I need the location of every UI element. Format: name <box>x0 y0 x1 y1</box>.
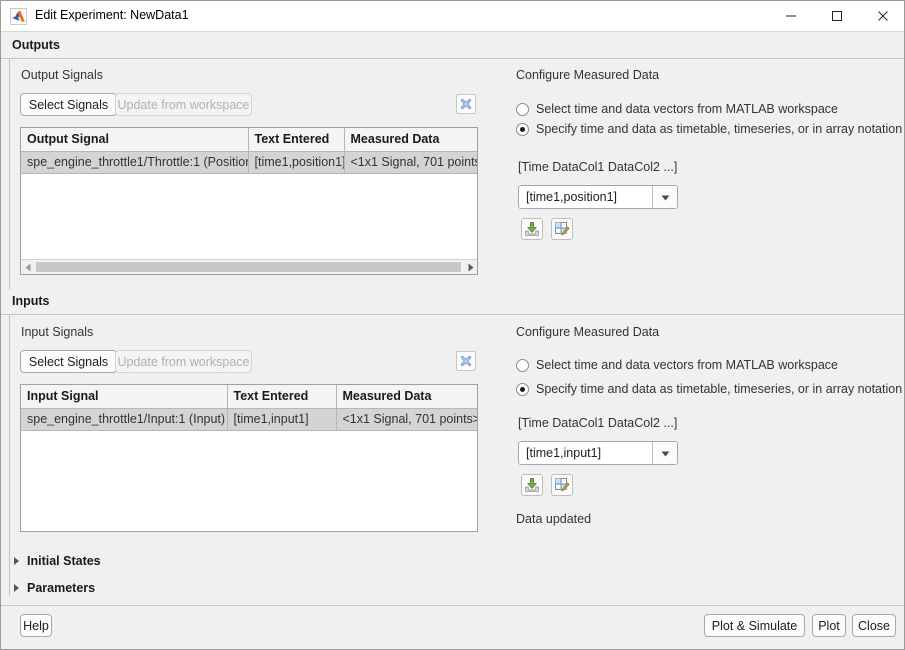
inputs-signals-table[interactable]: Input Signal Text Entered Measured Data … <box>20 384 478 532</box>
parameters-label: Parameters <box>27 581 96 595</box>
initial-states-label: Initial States <box>27 554 101 568</box>
outputs-signals-table[interactable]: Output Signal Text Entered Measured Data… <box>20 127 478 275</box>
inputs-select-signals-button[interactable]: Select Signals <box>20 350 117 373</box>
inputs-data-combo[interactable]: [time1,input1] <box>518 441 678 465</box>
outputs-radio-specify-label: Specify time and data as timetable, time… <box>536 122 903 136</box>
inputs-header-label: Inputs <box>12 294 50 308</box>
footer-divider <box>1 605 904 606</box>
scroll-left-arrow-icon[interactable] <box>21 260 35 274</box>
inputs-edit-plot-button[interactable] <box>551 474 573 496</box>
inputs-radio-specify-label: Specify time and data as timetable, time… <box>536 382 903 396</box>
output-signals-label: Output Signals <box>21 68 103 82</box>
table-row[interactable]: spe_engine_throttle1/Throttle:1 (Positio… <box>21 151 477 174</box>
outputs-import-data-button[interactable] <box>521 218 543 240</box>
collapsible-initial-states[interactable]: Initial States <box>12 553 101 569</box>
outputs-section-header: Outputs <box>1 34 904 59</box>
inputs-left-rule <box>9 315 10 596</box>
inputs-radio-workspace[interactable]: Select time and data vectors from MATLAB… <box>516 358 838 372</box>
outputs-table-horizontal-scrollbar[interactable] <box>21 259 477 274</box>
outputs-header-label: Outputs <box>12 38 60 52</box>
cell-output-signal[interactable]: spe_engine_throttle1/Throttle:1 (Positio… <box>21 151 249 174</box>
inputs-import-data-button[interactable] <box>521 474 543 496</box>
chevron-down-icon[interactable] <box>652 442 677 464</box>
inputs-section-header: Inputs <box>1 290 904 315</box>
minimize-button[interactable] <box>768 1 814 31</box>
edit-experiment-dialog: Edit Experiment: NewData1 Outputs Output… <box>0 0 905 650</box>
data-updated-status: Data updated <box>516 512 592 526</box>
matlab-logo-icon <box>10 8 27 25</box>
radio-circle-selected-icon <box>516 383 529 396</box>
title-bar: Edit Experiment: NewData1 <box>1 1 904 32</box>
inputs-update-from-workspace-button[interactable]: Update from workspace <box>115 350 252 373</box>
inputs-data-combo-value: [time1,input1] <box>526 446 602 460</box>
outputs-radio-workspace-label: Select time and data vectors from MATLAB… <box>536 102 838 116</box>
outputs-data-combo[interactable]: [time1,position1] <box>518 185 678 209</box>
outputs-select-signals-button[interactable]: Select Signals <box>20 93 117 116</box>
outputs-data-combo-value: [time1,position1] <box>526 190 618 204</box>
radio-circle-icon <box>516 103 529 116</box>
inputs-radio-specify[interactable]: Specify time and data as timetable, time… <box>516 382 902 396</box>
outputs-update-from-workspace-button[interactable]: Update from workspace <box>115 93 252 116</box>
close-button[interactable]: Close <box>852 614 896 637</box>
outputs-delete-signal-button[interactable] <box>456 94 476 114</box>
inputs-radio-workspace-label: Select time and data vectors from MATLAB… <box>536 358 838 372</box>
scrollbar-thumb[interactable] <box>36 262 461 272</box>
chevron-down-icon[interactable] <box>652 186 677 208</box>
outputs-datacol-hint-label: [Time DataCol1 DataCol2 ...] <box>518 160 678 174</box>
column-header-measured-data[interactable]: Measured Data <box>344 128 477 152</box>
cell-input-signal[interactable]: spe_engine_throttle1/Input:1 (Input) <box>21 408 228 431</box>
scroll-right-arrow-icon[interactable] <box>463 260 477 274</box>
outputs-left-rule <box>9 59 10 291</box>
cell-measured-data[interactable]: <1x1 Signal, 701 points> <box>344 151 477 174</box>
close-window-button[interactable] <box>860 1 904 31</box>
outputs-radio-workspace[interactable]: Select time and data vectors from MATLAB… <box>516 102 838 116</box>
inputs-configure-measured-data-label: Configure Measured Data <box>516 325 660 339</box>
outputs-edit-plot-button[interactable] <box>551 218 573 240</box>
inputs-datacol-hint-label: [Time DataCol1 DataCol2 ...] <box>518 416 678 430</box>
column-header-measured-data[interactable]: Measured Data <box>336 385 477 409</box>
outputs-radio-specify[interactable]: Specify time and data as timetable, time… <box>516 122 902 136</box>
inputs-delete-signal-button[interactable] <box>456 351 476 371</box>
chevron-right-icon <box>12 556 22 566</box>
column-header-output-signal[interactable]: Output Signal <box>21 128 249 152</box>
column-header-input-signal[interactable]: Input Signal <box>21 385 228 409</box>
radio-circle-selected-icon <box>516 123 529 136</box>
radio-circle-icon <box>516 359 529 372</box>
help-button[interactable]: Help <box>20 614 52 637</box>
table-row[interactable]: spe_engine_throttle1/Input:1 (Input) [ti… <box>21 408 477 431</box>
cell-text-entered[interactable]: [time1,input1] <box>227 408 337 431</box>
maximize-button[interactable] <box>814 1 860 31</box>
collapsible-parameters[interactable]: Parameters <box>12 580 95 596</box>
table-header-row: Input Signal Text Entered Measured Data <box>21 385 477 409</box>
column-header-text-entered[interactable]: Text Entered <box>248 128 345 152</box>
cell-measured-data[interactable]: <1x1 Signal, 701 points> <box>336 408 477 431</box>
table-header-row: Output Signal Text Entered Measured Data <box>21 128 477 152</box>
outputs-configure-measured-data-label: Configure Measured Data <box>516 68 660 82</box>
plot-and-simulate-button[interactable]: Plot & Simulate <box>704 614 805 637</box>
cell-text-entered[interactable]: [time1,position1] <box>248 151 345 174</box>
plot-button[interactable]: Plot <box>812 614 846 637</box>
column-header-text-entered[interactable]: Text Entered <box>227 385 337 409</box>
chevron-right-icon <box>12 583 22 593</box>
window-title: Edit Experiment: NewData1 <box>35 8 189 22</box>
input-signals-label: Input Signals <box>21 325 94 339</box>
